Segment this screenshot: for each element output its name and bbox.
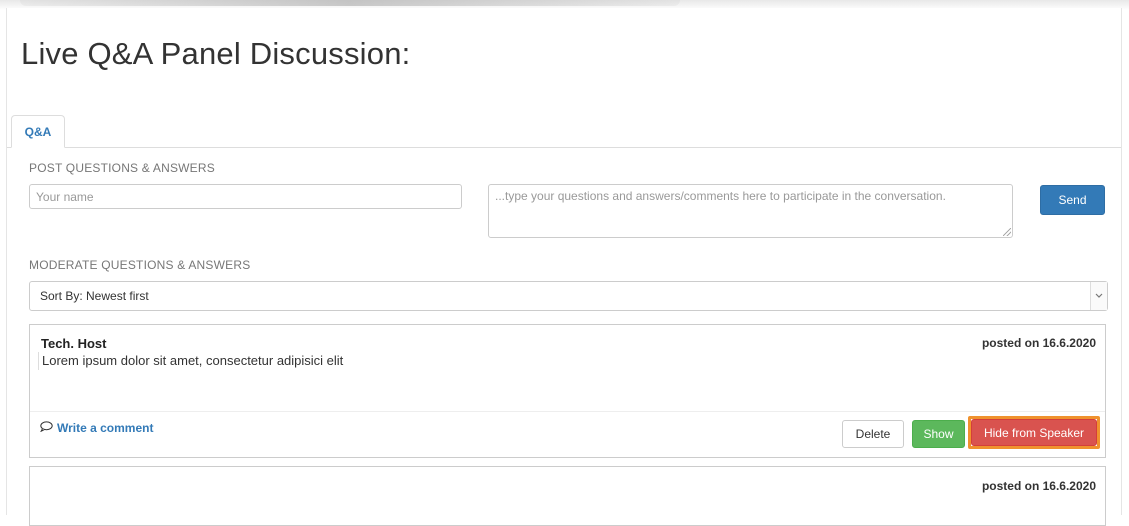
- write-comment-label: Write a comment: [57, 421, 154, 435]
- page-title: Live Q&A Panel Discussion:: [21, 36, 411, 71]
- resize-handle[interactable]: [1003, 228, 1011, 236]
- tab-bar-line: [7, 147, 1121, 148]
- post-date: posted on 16.6.2020: [981, 336, 1096, 350]
- sort-select-value: Sort By: Newest first: [40, 289, 149, 303]
- send-button[interactable]: Send: [1040, 185, 1105, 215]
- sort-select[interactable]: Sort By: Newest first: [29, 281, 1108, 311]
- show-button[interactable]: Show: [912, 420, 965, 448]
- card-divider: [30, 411, 1105, 412]
- name-input[interactable]: [29, 184, 462, 209]
- page-container: Live Q&A Panel Discussion: Q&A POST QUES…: [6, 8, 1122, 526]
- post-author: Tech. Host: [41, 336, 107, 351]
- post-card: posted on 16.6.2020: [29, 466, 1106, 526]
- tab-qa[interactable]: Q&A: [11, 115, 65, 148]
- message-field-wrapper: [488, 184, 1013, 238]
- chevron-down-icon: [1090, 282, 1107, 310]
- message-textarea[interactable]: [488, 184, 1013, 238]
- speech-bubble-icon: [40, 421, 53, 435]
- write-comment-link[interactable]: Write a comment: [40, 421, 153, 435]
- delete-button[interactable]: Delete: [842, 420, 904, 448]
- hide-button-highlight: [968, 416, 1100, 449]
- top-shadow-accent: [20, 0, 680, 6]
- moderate-section-heading: MODERATE QUESTIONS & ANSWERS: [29, 258, 251, 272]
- post-section-heading: POST QUESTIONS & ANSWERS: [29, 161, 215, 175]
- post-date: posted on 16.6.2020: [981, 479, 1096, 493]
- post-body: Lorem ipsum dolor sit amet, consectetur …: [38, 352, 343, 370]
